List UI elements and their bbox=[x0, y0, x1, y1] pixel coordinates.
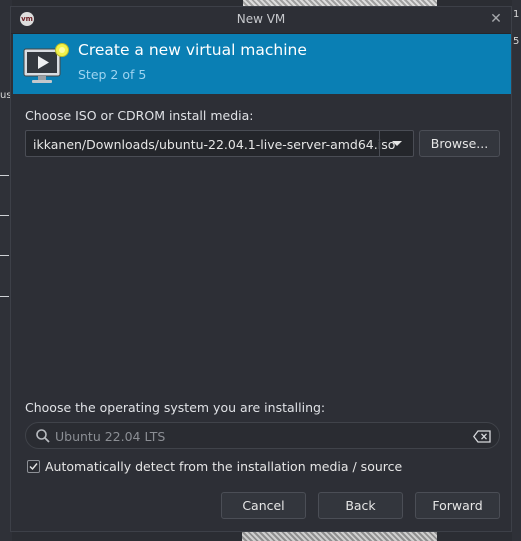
background-text-fragment: 1 bbox=[513, 9, 520, 20]
close-icon[interactable]: ✕ bbox=[488, 11, 504, 27]
os-search-placeholder: Ubuntu 22.04 LTS bbox=[55, 429, 166, 444]
chevron-down-icon bbox=[391, 141, 402, 146]
title-bar: vm New VM ✕ bbox=[11, 7, 511, 34]
os-search-field[interactable]: Ubuntu 22.04 LTS bbox=[25, 422, 500, 449]
clear-icon[interactable] bbox=[473, 430, 491, 443]
cancel-button[interactable]: Cancel bbox=[221, 492, 306, 519]
wizard-banner: Create a new virtual machine Step 2 of 5 bbox=[13, 34, 511, 94]
autodetect-label[interactable]: Automatically detect from the installati… bbox=[45, 459, 402, 474]
install-media-path[interactable]: ikkanen/Downloads/ubuntu-22.04.1-live-se… bbox=[33, 137, 395, 152]
install-media-combobox[interactable]: ikkanen/Downloads/ubuntu-22.04.1-live-se… bbox=[25, 130, 414, 157]
window-title: New VM bbox=[236, 12, 286, 26]
autodetect-checkbox[interactable] bbox=[27, 460, 40, 473]
os-label: Choose the operating system you are inst… bbox=[25, 400, 326, 415]
search-icon bbox=[36, 429, 50, 443]
background-line bbox=[0, 255, 9, 256]
install-media-dropdown-button[interactable] bbox=[379, 131, 413, 156]
background-text-fragment: 5 bbox=[513, 36, 520, 47]
wizard-step-indicator: Step 2 of 5 bbox=[78, 67, 147, 82]
wizard-heading: Create a new virtual machine bbox=[78, 41, 307, 59]
forward-button[interactable]: Forward bbox=[415, 492, 500, 519]
background-line bbox=[0, 296, 9, 297]
install-media-label: Choose ISO or CDROM install media: bbox=[25, 108, 254, 123]
background-window-right: 1 5 bbox=[512, 0, 521, 541]
checkmark-icon bbox=[29, 463, 38, 471]
background-image-strip-bottom bbox=[242, 532, 437, 541]
new-vm-dialog: vm New VM ✕ Create a new virtual machine… bbox=[10, 6, 512, 532]
monitor-play-icon bbox=[23, 43, 69, 83]
back-button[interactable]: Back bbox=[318, 492, 403, 519]
background-line bbox=[0, 215, 9, 216]
browse-button[interactable]: Browse... bbox=[419, 130, 500, 157]
background-line bbox=[0, 175, 9, 176]
